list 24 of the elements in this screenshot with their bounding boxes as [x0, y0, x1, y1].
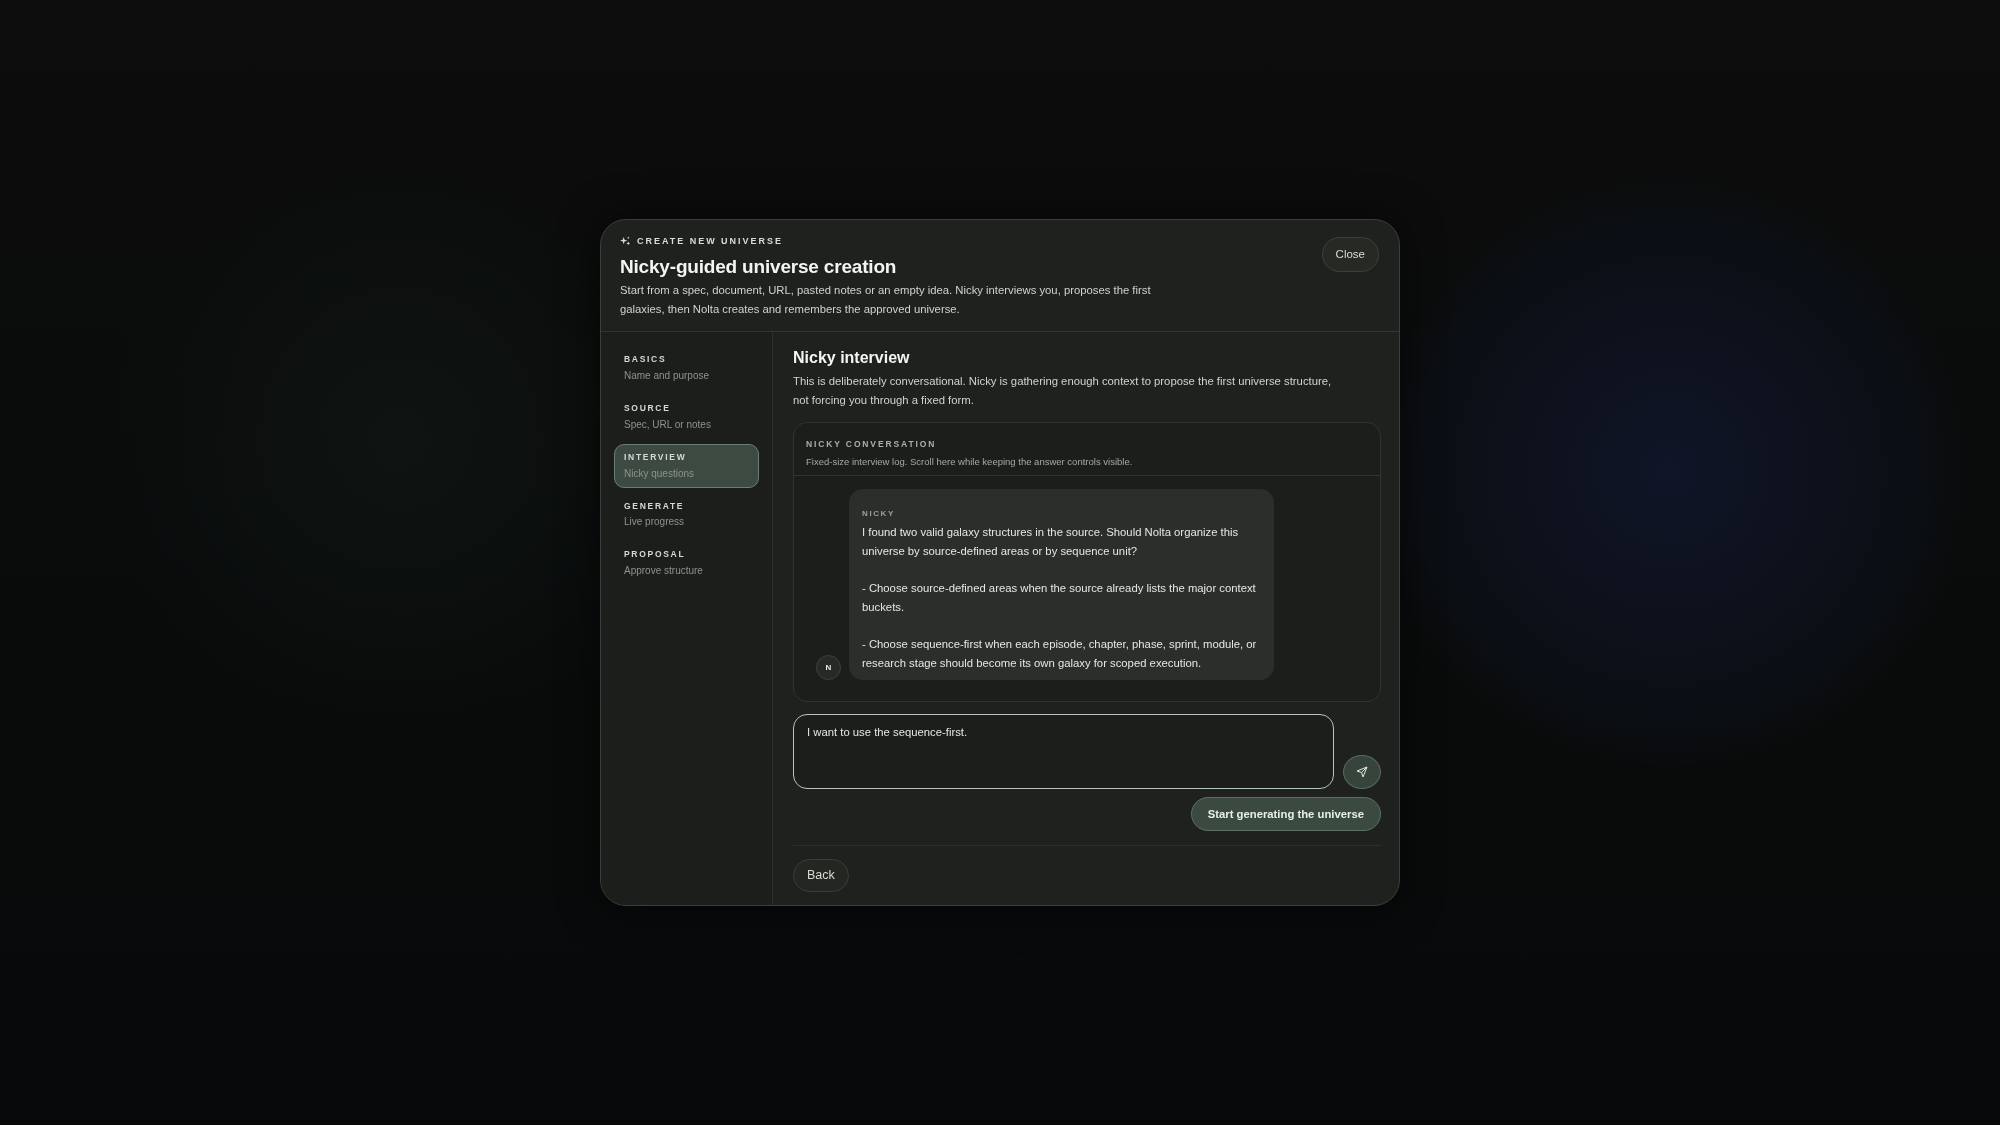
answer-field[interactable]: I want to use the sequence-first.: [793, 713, 1334, 789]
send-icon: [1356, 765, 1368, 778]
dialog-description: Start from a spec, document, URL, pasted notes or an empty idea. Nicky interviews you, proposes the first galaxies, then Nolta creates and remembers the approved universe.: [620, 283, 1152, 318]
back-button[interactable]: Back: [793, 859, 849, 893]
message-text: - Choose sequence-first when each episode, chapter, phase, sprint, module, or research stage should become its own galaxy for scoped execution.: [862, 637, 1258, 672]
section-description: This is deliberately conversational. Nicky is gathering enough context to propose the first universe structure, not forcing you through a fixed form.: [793, 373, 1333, 408]
section-title: Nicky interview: [793, 348, 911, 368]
avatar: N: [816, 655, 841, 681]
conversation-subtitle: Fixed-size interview log. Scroll here while keeping the answer controls visible.: [806, 455, 1134, 468]
eyebrow-label: CREATE NEW UNIVERSE: [637, 235, 783, 248]
step-item[interactable]: SOURCE Spec, URL or notes: [614, 395, 759, 439]
sparkle-icon: [620, 236, 631, 248]
message-text: - Choose source-defined areas when the source already lists the major context buckets.: [862, 581, 1257, 616]
step-item[interactable]: GENERATE Live progress: [614, 492, 759, 537]
start-generating-button[interactable]: Start generating the universe: [1190, 796, 1381, 832]
message-text: I found two valid galaxy structures in the source. Should Nolta organize this universe by source-defined areas or by sequence unit?: [862, 525, 1240, 560]
step-item[interactable]: INTERVIEW Nicky questions: [614, 443, 759, 488]
dialog-title: Nicky-guided universe creation: [620, 255, 898, 278]
step-item[interactable]: PROPOSAL Approve structure: [614, 541, 759, 586]
message-author: NICKY: [862, 509, 895, 519]
step-item[interactable]: BASICS Name and purpose: [614, 346, 759, 391]
conversation-title: NICKY CONVERSATION: [806, 438, 937, 449]
send-button[interactable]: [1343, 754, 1381, 789]
close-button[interactable]: Close: [1321, 237, 1379, 273]
